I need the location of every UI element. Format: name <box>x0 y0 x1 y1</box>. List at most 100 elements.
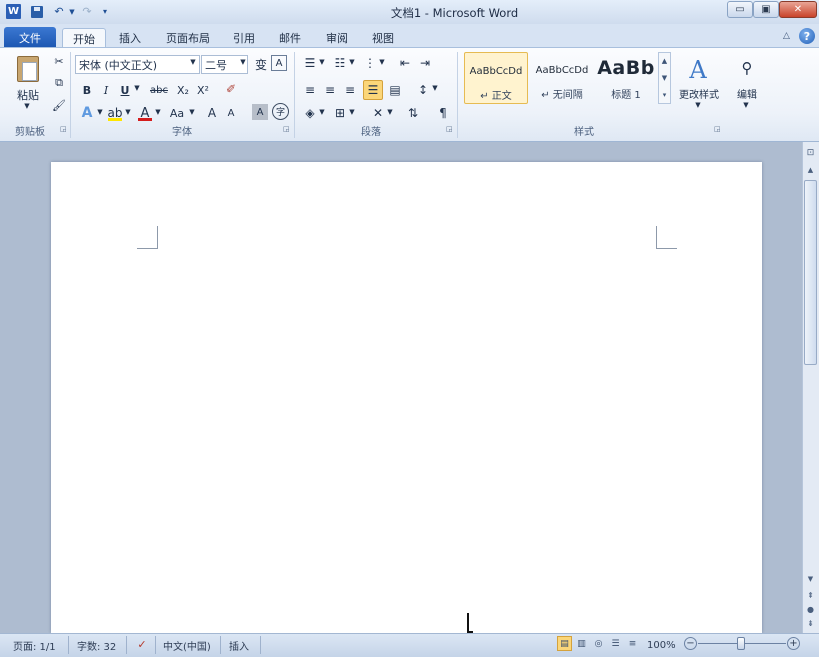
subscript-button[interactable]: X₂ <box>174 81 192 99</box>
status-word-count[interactable]: 字数: 32 <box>77 638 116 653</box>
increase-indent-icon[interactable]: ⇥ <box>416 54 434 72</box>
font-size-dropdown-icon[interactable]: ▼ <box>238 58 248 66</box>
decrease-indent-icon[interactable]: ⇤ <box>396 54 414 72</box>
help-icon[interactable]: ? <box>799 28 815 44</box>
format-painter-icon[interactable]: 🖌 <box>50 96 68 114</box>
tab-insert[interactable]: 插入 <box>110 28 150 48</box>
underline-button[interactable]: U <box>116 81 134 99</box>
tab-file[interactable]: 文件 <box>4 27 56 48</box>
text-effects-dropdown-icon[interactable]: ▼ <box>96 108 104 116</box>
paste-dropdown-icon[interactable]: ▼ <box>22 102 32 110</box>
paste-button-label[interactable]: 粘贴 <box>10 87 46 103</box>
bullets-dropdown-icon[interactable]: ▼ <box>318 58 326 66</box>
align-left-icon[interactable]: ≡ <box>301 81 319 99</box>
numbering-icon[interactable]: ☷ <box>331 54 349 72</box>
scrollbar-thumb[interactable] <box>804 180 817 365</box>
minimize-button[interactable]: ▭ <box>727 1 753 18</box>
change-styles-button-label[interactable]: 更改样式 <box>672 86 726 101</box>
text-effects-icon[interactable]: A <box>78 104 96 122</box>
previous-page-icon[interactable]: ⇞ <box>804 589 817 601</box>
styles-scroll-down-icon[interactable]: ▼ <box>662 74 667 82</box>
style-tile-no-spacing[interactable]: AaBbCcDd ↵ 无间隔 <box>530 52 594 104</box>
minimize-ribbon-icon[interactable]: △ <box>783 31 790 41</box>
zoom-in-button[interactable]: + <box>787 637 800 650</box>
chinese-layout-dropdown-icon[interactable]: ▼ <box>386 108 394 116</box>
highlight-icon[interactable]: ab <box>106 104 124 122</box>
binoculars-icon[interactable]: ⚲ <box>735 56 759 80</box>
styles-gallery-scroll[interactable]: ▲ ▼ ▾ <box>658 52 671 104</box>
style-tile-heading-1[interactable]: AaBb 标题 1 <box>594 52 658 104</box>
chinese-layout-icon[interactable]: ✕ <box>369 104 387 122</box>
justify-icon[interactable]: ☰ <box>363 80 383 100</box>
close-button[interactable]: ✕ <box>779 1 817 18</box>
status-insert-mode[interactable]: 插入 <box>229 638 249 653</box>
change-styles-dropdown-icon[interactable]: ▼ <box>694 101 702 109</box>
line-spacing-icon[interactable]: ↕ <box>414 81 432 99</box>
distributed-icon[interactable]: ▤ <box>386 81 404 99</box>
multilevel-list-dropdown-icon[interactable]: ▼ <box>378 58 386 66</box>
shrink-font-icon[interactable]: A <box>222 104 240 122</box>
shading-dropdown-icon[interactable]: ▼ <box>318 108 326 116</box>
clipboard-launcher-icon[interactable]: ◲ <box>60 125 68 133</box>
bold-button[interactable]: B <box>78 81 96 99</box>
zoom-level[interactable]: 100% <box>647 638 676 652</box>
shading-icon[interactable]: ◈ <box>301 104 319 122</box>
styles-launcher-icon[interactable]: ◲ <box>714 125 722 133</box>
numbering-dropdown-icon[interactable]: ▼ <box>348 58 356 66</box>
sort-icon[interactable]: ⇅ <box>404 104 422 122</box>
change-case-icon[interactable]: Aa <box>166 104 188 122</box>
maximize-button[interactable]: ▣ <box>753 1 779 18</box>
clear-formatting-icon[interactable]: ✐ <box>222 80 240 98</box>
font-name-dropdown-icon[interactable]: ▼ <box>188 58 198 66</box>
enclose-characters-icon[interactable]: 字 <box>272 103 289 120</box>
font-color-icon[interactable]: A <box>136 104 154 122</box>
cut-icon[interactable]: ✂ <box>50 52 68 70</box>
style-tile-normal[interactable]: AaBbCcDd ↵ 正文 <box>464 52 528 104</box>
tab-view[interactable]: 视图 <box>364 28 402 48</box>
tab-references[interactable]: 引用 <box>225 28 263 48</box>
editing-dropdown-icon[interactable]: ▼ <box>742 101 750 109</box>
superscript-button[interactable]: X² <box>194 81 212 99</box>
font-color-dropdown-icon[interactable]: ▼ <box>154 108 162 116</box>
align-right-icon[interactable]: ≡ <box>341 81 359 99</box>
scroll-down-icon[interactable]: ▼ <box>804 573 817 585</box>
styles-scroll-up-icon[interactable]: ▲ <box>662 57 667 65</box>
tab-home[interactable]: 开始 <box>62 28 106 48</box>
character-border-icon[interactable]: A <box>271 55 287 71</box>
full-screen-reading-view-icon[interactable]: ▥ <box>574 636 589 651</box>
font-name-combobox[interactable]: 宋体 (中文正文) <box>75 55 200 74</box>
zoom-out-button[interactable]: − <box>684 637 697 650</box>
align-center-icon[interactable]: ≡ <box>321 81 339 99</box>
zoom-slider-thumb[interactable] <box>737 637 745 650</box>
next-page-icon[interactable]: ⇟ <box>804 617 817 629</box>
borders-icon[interactable]: ⊞ <box>331 104 349 122</box>
paragraph-launcher-icon[interactable]: ◲ <box>446 125 454 133</box>
change-case-dropdown-icon[interactable]: ▼ <box>188 108 196 116</box>
line-spacing-dropdown-icon[interactable]: ▼ <box>431 84 439 92</box>
print-layout-view-icon[interactable]: ▤ <box>557 636 572 651</box>
character-shading-icon[interactable]: A <box>252 104 268 120</box>
web-layout-view-icon[interactable]: ◎ <box>591 636 606 651</box>
phonetic-guide-icon[interactable]: 变 <box>252 55 270 73</box>
ruler-toggle-icon[interactable]: ⊡ <box>804 146 817 159</box>
highlight-dropdown-icon[interactable]: ▼ <box>124 108 132 116</box>
underline-dropdown-icon[interactable]: ▼ <box>133 84 141 92</box>
tab-review[interactable]: 审阅 <box>318 28 356 48</box>
borders-dropdown-icon[interactable]: ▼ <box>348 108 356 116</box>
select-browse-object-icon[interactable]: ● <box>804 603 817 615</box>
tab-mailings[interactable]: 邮件 <box>271 28 309 48</box>
strikethrough-button[interactable]: abc <box>148 81 170 99</box>
styles-more-icon[interactable]: ▾ <box>663 91 667 99</box>
proofing-icon[interactable]: ✓ <box>134 636 150 652</box>
italic-button[interactable]: I <box>97 81 115 99</box>
draft-view-icon[interactable]: ≡ <box>625 636 640 651</box>
tab-page-layout[interactable]: 页面布局 <box>156 28 220 48</box>
copy-icon[interactable]: ⧉ <box>50 74 68 92</box>
paste-icon[interactable] <box>14 54 42 84</box>
bullets-icon[interactable]: ☰ <box>301 54 319 72</box>
font-launcher-icon[interactable]: ◲ <box>283 125 291 133</box>
show-paragraph-marks-icon[interactable]: ¶ <box>434 104 452 122</box>
editing-button-label[interactable]: 编辑 <box>730 86 764 101</box>
status-language[interactable]: 中文(中国) <box>163 638 211 653</box>
change-styles-icon[interactable]: A <box>683 56 713 84</box>
